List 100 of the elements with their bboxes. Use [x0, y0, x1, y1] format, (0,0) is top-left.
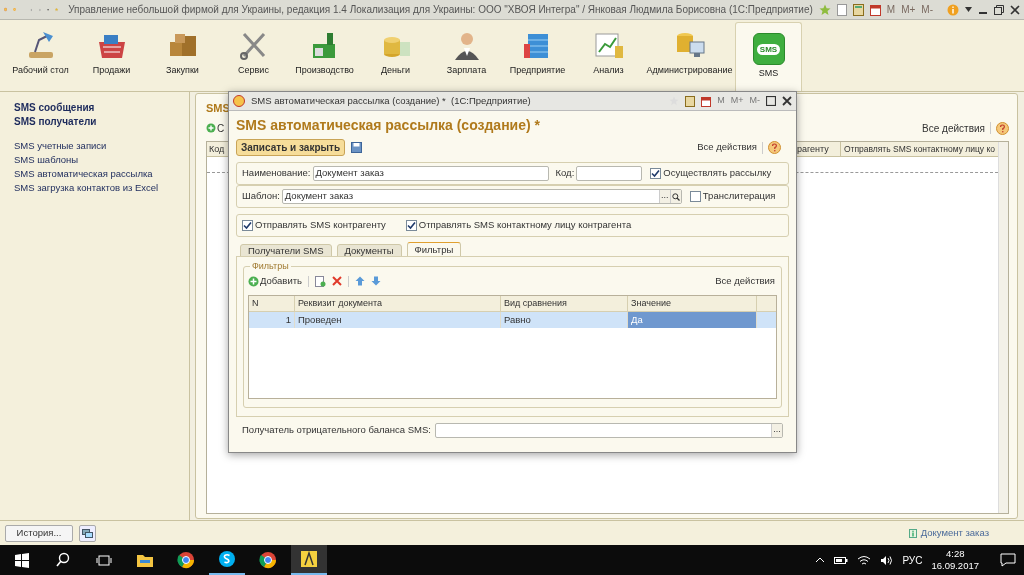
- field-label: Наименование:: [242, 166, 311, 181]
- section-tab[interactable]: Сервис: [218, 20, 289, 91]
- choice-button[interactable]: ...: [771, 424, 782, 437]
- column-header: Отправлять SMS контактному лицу ко: [842, 143, 996, 156]
- move-up-icon[interactable]: [355, 276, 365, 286]
- section-label: Сервис: [237, 65, 270, 75]
- checkbox-label: Осуществлять рассылку: [663, 166, 772, 181]
- restore-icon[interactable]: [994, 4, 1004, 15]
- nav-link[interactable]: SMS загрузка контактов из Excel: [14, 181, 189, 195]
- field-label: Код:: [555, 166, 575, 181]
- table-row[interactable]: 1 Проведен Равно Да: [249, 312, 776, 328]
- section-label: Зарплата: [445, 65, 488, 75]
- section-tab[interactable]: Администрирование: [644, 20, 735, 91]
- checkbox[interactable]: [650, 168, 662, 179]
- all-actions-menu[interactable]: Все действия: [922, 120, 985, 136]
- help-icon[interactable]: [768, 141, 781, 154]
- delete-icon[interactable]: [332, 276, 342, 286]
- move-down-icon[interactable]: [371, 276, 381, 286]
- section-label: Анализ: [592, 65, 625, 75]
- notifications-icon[interactable]: [1000, 553, 1016, 567]
- history-button[interactable]: История...: [5, 524, 73, 542]
- windows-logo-icon[interactable]: [13, 551, 31, 569]
- close-icon[interactable]: [782, 96, 792, 106]
- section-tab[interactable]: SMS SMS: [735, 22, 802, 91]
- column-header: Код: [207, 143, 226, 156]
- column-header: Вид сравнения: [501, 296, 628, 311]
- info-icon: [908, 528, 917, 538]
- clock[interactable]: 4:28 16.09.2017: [931, 548, 979, 572]
- section-label: Рабочий стол: [11, 65, 70, 75]
- nav-link[interactable]: SMS автоматическая рассылка: [14, 167, 189, 181]
- calendar-icon[interactable]: [869, 3, 881, 16]
- browser-icon[interactable]: [177, 551, 195, 569]
- calendar-icon[interactable]: [701, 95, 712, 107]
- input-field[interactable]: ...: [435, 423, 783, 438]
- nav-link[interactable]: SMS получатели: [14, 115, 189, 129]
- calculator-icon[interactable]: [685, 95, 696, 107]
- section-label: Продажи: [91, 65, 132, 75]
- section-label: Производство: [294, 65, 355, 75]
- input-field[interactable]: Документ заказ ...: [281, 189, 682, 204]
- calculator-icon[interactable]: [852, 3, 864, 16]
- field-label: Шаблон:: [242, 189, 280, 204]
- check-icon: [243, 221, 252, 230]
- battery-icon[interactable]: [834, 555, 849, 565]
- chevron-up-icon[interactable]: [815, 557, 826, 563]
- column-header: Реквизит документа: [295, 296, 501, 311]
- save-close-button[interactable]: Записать и закрыть: [236, 139, 346, 156]
- scrollbar[interactable]: [998, 142, 1008, 513]
- close-icon[interactable]: [1010, 4, 1020, 15]
- check-icon: [406, 221, 416, 230]
- window-heading: SMS: [205, 101, 230, 116]
- save-icon[interactable]: [351, 142, 363, 153]
- copy-icon[interactable]: [315, 275, 326, 287]
- input-field[interactable]: Документ заказ: [312, 166, 549, 181]
- field-label: Получатель отрицательного баланса SMS:: [242, 423, 431, 438]
- memory-button[interactable]: M-: [749, 94, 760, 108]
- nav-link[interactable]: SMS сообщения: [14, 101, 189, 115]
- choice-button[interactable]: ...: [658, 190, 670, 203]
- checkbox[interactable]: [689, 191, 701, 202]
- all-actions-menu[interactable]: Все действия: [715, 273, 775, 289]
- window-title: Управление небольшой фирмой для Украины, редакция 1.4 Локализация для Украины: ООО "ХВОЯ Интегра" / Янковая Людмила Борисовна (1С:Предприятие): [68, 3, 813, 17]
- section-tab[interactable]: Анализ: [573, 20, 644, 91]
- search-icon[interactable]: [54, 551, 72, 569]
- nav-link[interactable]: SMS учетные записи: [14, 139, 189, 153]
- section-tab[interactable]: Деньги: [360, 20, 431, 91]
- section-tab[interactable]: Продажи: [76, 20, 147, 91]
- section-tab[interactable]: Рабочий стол: [5, 20, 76, 91]
- section-tab[interactable]: Предприятие: [502, 20, 573, 91]
- section-label: Предприятие: [508, 65, 567, 75]
- section-tab[interactable]: Производство: [289, 20, 360, 91]
- language-indicator[interactable]: РУС: [902, 552, 923, 568]
- memory-button[interactable]: M: [886, 2, 896, 17]
- memory-button[interactable]: M+: [901, 2, 916, 17]
- volume-icon[interactable]: [880, 554, 894, 566]
- memory-button[interactable]: M: [717, 94, 725, 108]
- section-tab[interactable]: Зарплата: [431, 20, 502, 91]
- maximize-icon[interactable]: [766, 96, 776, 106]
- wifi-icon[interactable]: [857, 554, 872, 566]
- help-icon[interactable]: [996, 121, 1009, 135]
- section-tab[interactable]: Закупки: [147, 20, 218, 91]
- add-button[interactable]: Добавить: [248, 273, 302, 289]
- memory-button[interactable]: M-: [921, 2, 933, 17]
- app-icon[interactable]: [300, 550, 318, 568]
- search-button[interactable]: [669, 190, 681, 203]
- all-actions-menu[interactable]: Все действия: [697, 140, 757, 155]
- memory-button[interactable]: M+: [730, 94, 744, 108]
- chat-app-icon[interactable]: [218, 550, 236, 568]
- form-heading: SMS автоматическая рассылка (создание) *: [236, 116, 540, 134]
- document-icon[interactable]: [836, 3, 847, 16]
- create-button[interactable]: С: [205, 120, 225, 136]
- nav-link[interactable]: SMS шаблоны: [14, 153, 189, 167]
- windows-button[interactable]: [79, 524, 96, 542]
- checkbox[interactable]: [242, 220, 253, 231]
- status-link[interactable]: Документ заказ: [920, 525, 989, 541]
- add-icon: [205, 123, 216, 133]
- input-field[interactable]: [576, 166, 643, 181]
- table-cell: Проведен: [295, 312, 501, 328]
- app-logo-icon: [233, 95, 245, 107]
- section-label: SMS: [757, 68, 780, 78]
- checkbox[interactable]: [405, 220, 417, 231]
- browser-icon[interactable]: [259, 551, 277, 569]
